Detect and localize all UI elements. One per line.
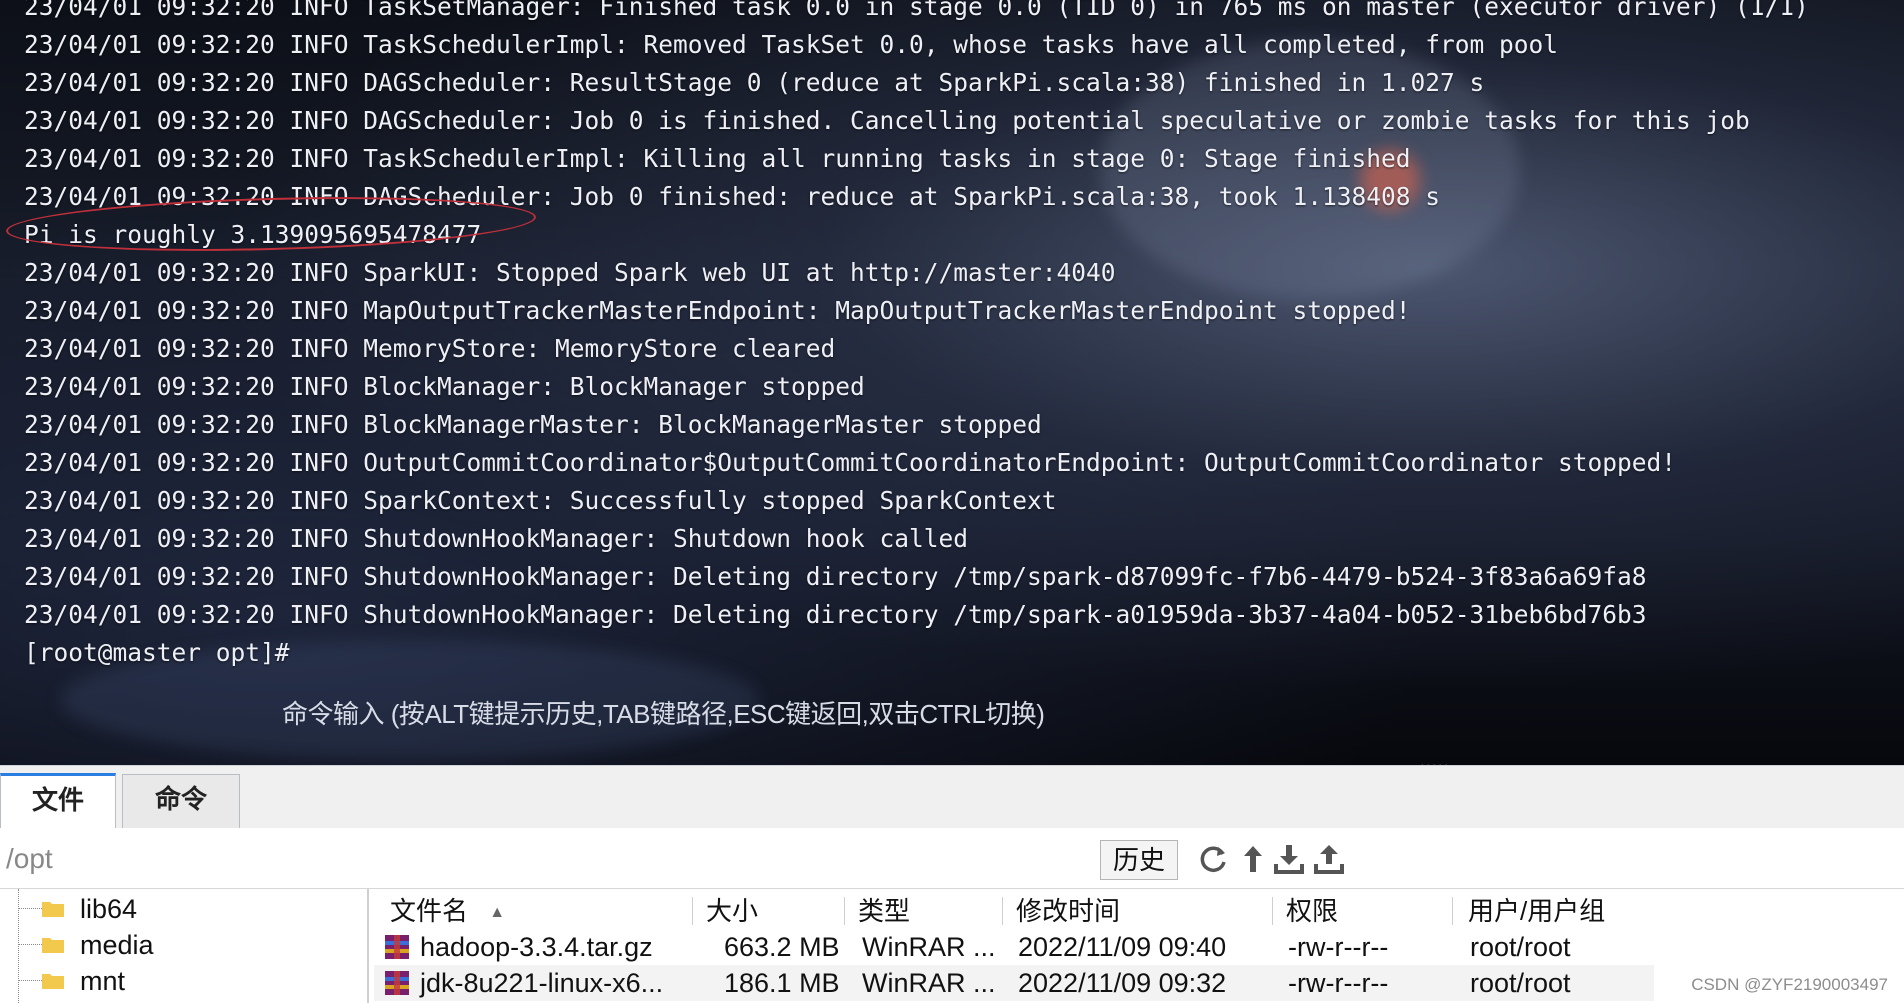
file-permissions: -rw-r--r--: [1288, 968, 1389, 998]
file-owner: root/root: [1470, 968, 1571, 998]
terminal-line: 23/04/01 09:32:20 INFO BlockManager: Blo…: [24, 372, 865, 401]
folder-icon: [42, 902, 64, 917]
terminal-line: 23/04/01 09:32:20 INFO ShutdownHookManag…: [24, 524, 969, 553]
watermark: CSDN @ZYF2190003497: [1691, 975, 1888, 994]
column-divider[interactable]: [844, 897, 845, 925]
tab-files[interactable]: 文件: [0, 773, 116, 829]
terminal-line: 23/04/01 09:32:20 INFO DAGScheduler: Job…: [24, 106, 1750, 135]
column-header-label: 文件名: [390, 896, 469, 926]
column-divider[interactable]: [1272, 897, 1273, 925]
file-modified: 2022/11/09 09:40: [1018, 932, 1227, 962]
terminal-line: 23/04/01 09:32:20 INFO SparkUI: Stopped …: [24, 258, 1116, 287]
terminal-line: 23/04/01 09:32:20 INFO OutputCommitCoord…: [24, 448, 1677, 477]
file-list-header: 文件名 ▲ 大小 类型 修改时间 权限 用户/用户组: [374, 893, 1904, 929]
tree-item-label: mnt: [80, 966, 126, 996]
tree-connector: [18, 908, 42, 909]
column-header-size[interactable]: 大小: [706, 893, 758, 929]
file-size: 186.1 MB: [724, 968, 840, 998]
terminal-line: 23/04/01 09:32:20 INFO BlockManagerMaste…: [24, 410, 1042, 439]
winrar-archive-icon: [385, 935, 409, 959]
history-button[interactable]: 历史: [1100, 840, 1178, 880]
tree-item-label: lib64: [80, 894, 138, 924]
upload-icon[interactable]: [1312, 842, 1346, 876]
winrar-archive-icon: [385, 971, 409, 995]
splitter-handle[interactable]: •••••: [1420, 758, 1450, 765]
tab-command[interactable]: 命令: [122, 774, 240, 828]
terminal-line: 23/04/01 09:32:20 INFO MapOutputTrackerM…: [24, 296, 1411, 325]
command-input[interactable]: 命令输入 (按ALT键提示历史,TAB键路径,ESC键返回,双击CTRL切换): [282, 694, 1045, 731]
column-divider[interactable]: [692, 897, 693, 925]
column-header-owner[interactable]: 用户/用户组: [1468, 893, 1605, 929]
terminal-pane[interactable]: 23/04/01 09:32:20 INFO TaskSetManager: F…: [0, 0, 1904, 765]
file-modified: 2022/11/09 09:32: [1018, 968, 1227, 998]
terminal-line: 23/04/01 09:32:20 INFO ShutdownHookManag…: [24, 600, 1647, 629]
file-manager-panel: 文件 命令 历史 lib64 media: [0, 765, 1904, 1003]
folder-icon: [42, 974, 64, 989]
file-type: WinRAR ...: [862, 968, 996, 998]
tree-connector: [18, 980, 42, 981]
terminal-line: 23/04/01 09:32:20 INFO SparkContext: Suc…: [24, 486, 1057, 515]
file-size: 663.2 MB: [724, 932, 840, 962]
terminal-line: 23/04/01 09:32:20 INFO TaskSchedulerImpl…: [24, 30, 1559, 59]
terminal-line: 23/04/01 09:32:20 INFO ShutdownHookManag…: [24, 562, 1647, 591]
file-row[interactable]: jdk-8u221-linux-x6... 186.1 MB WinRAR ..…: [374, 965, 1654, 1001]
column-header-type[interactable]: 类型: [858, 893, 910, 929]
tree-item-mnt[interactable]: mnt: [0, 963, 360, 999]
tree-connector: [18, 944, 42, 945]
file-name: jdk-8u221-linux-x6...: [420, 968, 664, 998]
sort-ascending-icon: ▲: [489, 904, 506, 922]
column-header-name[interactable]: 文件名 ▲: [390, 893, 505, 931]
download-icon[interactable]: [1272, 842, 1306, 876]
terminal-line: 23/04/01 09:32:20 INFO MemoryStore: Memo…: [24, 334, 836, 363]
tree-item-lib64[interactable]: lib64: [0, 891, 360, 927]
file-type: WinRAR ...: [862, 932, 996, 962]
terminal-line: 23/04/01 09:32:20 INFO DAGScheduler: Res…: [24, 68, 1485, 97]
path-bar: 历史: [0, 828, 1904, 889]
column-header-modified[interactable]: 修改时间: [1016, 893, 1120, 929]
column-header-permissions[interactable]: 权限: [1286, 893, 1338, 929]
file-list: 文件名 ▲ 大小 类型 修改时间 权限 用户/用户组 hadoop-3.3.4.…: [374, 889, 1904, 1003]
terminal-prompt: [root@master opt]#: [24, 638, 290, 667]
column-divider[interactable]: [1002, 897, 1003, 925]
terminal-line: 23/04/01 09:32:20 INFO TaskSetManager: F…: [24, 0, 1809, 21]
directory-tree: lib64 media mnt: [0, 889, 369, 1003]
column-divider[interactable]: [1452, 897, 1453, 925]
tree-item-label: media: [80, 930, 154, 960]
file-name: hadoop-3.3.4.tar.gz: [420, 932, 653, 962]
terminal-line: 23/04/01 09:32:20 INFO TaskSchedulerImpl…: [24, 144, 1411, 173]
file-permissions: -rw-r--r--: [1288, 932, 1389, 962]
up-directory-icon[interactable]: [1236, 842, 1270, 876]
refresh-icon[interactable]: [1196, 842, 1230, 876]
path-input[interactable]: [4, 838, 1098, 880]
file-owner: root/root: [1470, 932, 1571, 962]
file-row[interactable]: hadoop-3.3.4.tar.gz 663.2 MB WinRAR ... …: [374, 929, 1654, 965]
panel-tabs: 文件 命令: [0, 766, 1904, 829]
terminal-output: 23/04/01 09:32:20 INFO TaskSetManager: F…: [24, 0, 1809, 672]
tree-item-media[interactable]: media: [0, 927, 360, 963]
folder-icon: [42, 938, 64, 953]
